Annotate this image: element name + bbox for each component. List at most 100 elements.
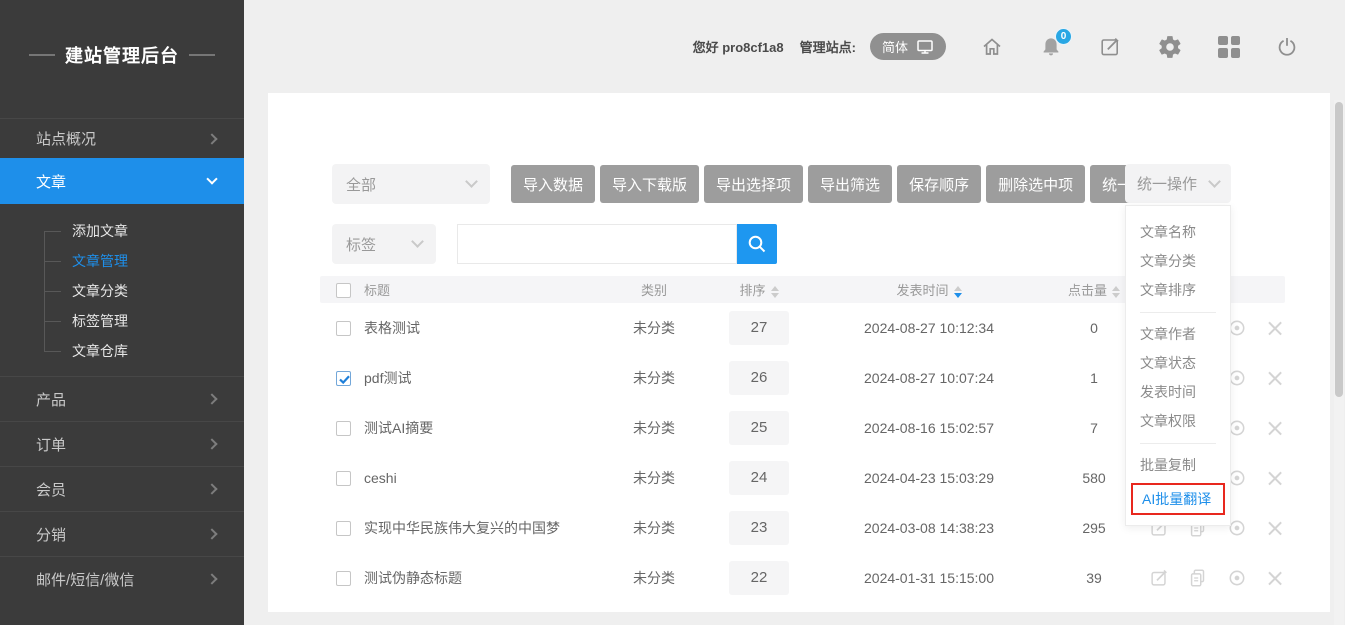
- sort-arrows-icon[interactable]: [954, 286, 962, 298]
- submenu-item-tag-manage[interactable]: 标签管理: [0, 306, 244, 336]
- menu-item-article-status[interactable]: 文章状态: [1126, 349, 1230, 378]
- tree-tick: [44, 351, 61, 352]
- menu-divider: [1140, 312, 1216, 313]
- row-clicks: 39: [1044, 570, 1144, 586]
- chevron-right-icon: [206, 483, 217, 494]
- sidebar-item-products[interactable]: 产品: [0, 376, 244, 421]
- submenu-item-add-article[interactable]: 添加文章: [0, 216, 244, 246]
- top-header: 您好 pro8cf1a8 管理站点: 简体 0: [244, 0, 1345, 93]
- sort-arrows-icon[interactable]: [771, 286, 779, 298]
- row-sort-value[interactable]: 26: [729, 361, 789, 395]
- row-sort-value[interactable]: 23: [729, 511, 789, 545]
- tag-filter-select[interactable]: 标签: [332, 224, 436, 264]
- submenu-item-article-library[interactable]: 文章仓库: [0, 336, 244, 366]
- sort-arrows-icon[interactable]: [1112, 286, 1120, 298]
- row-sort-value[interactable]: 25: [729, 411, 789, 445]
- menu-item-article-author[interactable]: 文章作者: [1126, 320, 1230, 349]
- bulk-action-select[interactable]: 统一操作: [1125, 164, 1231, 203]
- apps-grid-icon[interactable]: [1218, 36, 1240, 58]
- delete-icon[interactable]: ×: [1265, 468, 1285, 488]
- row-checkbox[interactable]: [336, 521, 351, 536]
- menu-item-article-sort[interactable]: 文章排序: [1126, 276, 1230, 305]
- scrollbar-track[interactable]: [1334, 100, 1344, 625]
- row-title[interactable]: 实现中华民族伟大复兴的中国梦: [364, 518, 604, 538]
- submenu-item-label: 文章仓库: [72, 343, 128, 359]
- row-checkbox[interactable]: [336, 421, 351, 436]
- sidebar: 建站管理后台 站点概况 文章 添加文章 文章管理 文章分类: [0, 0, 244, 625]
- submenu-item-label: 文章管理: [72, 253, 128, 269]
- sidebar-item-mail-sms-wechat[interactable]: 邮件/短信/微信: [0, 556, 244, 601]
- main-area: 全部 导入数据 导入下载版 导出选择项 导出筛选 保存顺序 删除选中项 统一设置…: [244, 93, 1345, 625]
- category-filter-select[interactable]: 全部: [332, 164, 490, 204]
- compose-icon[interactable]: [1098, 35, 1122, 59]
- menu-item-article-category[interactable]: 文章分类: [1126, 247, 1230, 276]
- export-filtered-button[interactable]: 导出筛选: [808, 165, 892, 203]
- delete-icon[interactable]: ×: [1265, 518, 1285, 538]
- row-sort-value[interactable]: 24: [729, 461, 789, 495]
- delete-icon[interactable]: ×: [1265, 318, 1285, 338]
- header-icons: 0: [980, 34, 1299, 60]
- delete-icon[interactable]: ×: [1265, 568, 1285, 588]
- row-checkbox[interactable]: [336, 471, 351, 486]
- power-icon[interactable]: [1275, 35, 1299, 59]
- row-title[interactable]: 测试伪静态标题: [364, 568, 604, 588]
- scrollbar-thumb[interactable]: [1335, 102, 1343, 397]
- greeting-text: 您好 pro8cf1a8: [693, 37, 784, 56]
- row-publish-time: 2024-01-31 15:15:00: [814, 570, 1044, 586]
- bell-icon[interactable]: 0: [1039, 35, 1063, 59]
- sidebar-item-label: 站点概况: [36, 128, 96, 149]
- col-publish-time[interactable]: 发表时间: [814, 280, 1044, 299]
- row-category: 未分类: [604, 418, 704, 438]
- submenu-item-label: 文章分类: [72, 283, 128, 299]
- menu-item-article-permission[interactable]: 文章权限: [1126, 407, 1230, 436]
- row-title[interactable]: 表格测试: [364, 318, 604, 338]
- delete-icon[interactable]: ×: [1265, 418, 1285, 438]
- row-checkbox[interactable]: [336, 371, 351, 386]
- sidebar-item-orders[interactable]: 订单: [0, 421, 244, 466]
- tree-tick: [44, 261, 61, 262]
- sidebar-item-label: 会员: [36, 479, 66, 500]
- row-checkbox[interactable]: [336, 571, 351, 586]
- sidebar-item-overview[interactable]: 站点概况: [0, 118, 244, 158]
- col-sort-label: 排序: [739, 283, 765, 298]
- row-title[interactable]: pdf测试: [364, 368, 604, 388]
- sidebar-item-distribution[interactable]: 分销: [0, 511, 244, 556]
- menu-item-publish-time[interactable]: 发表时间: [1126, 378, 1230, 407]
- delete-selected-button[interactable]: 删除选中项: [986, 165, 1085, 203]
- row-sort-value[interactable]: 27: [729, 311, 789, 345]
- row-category: 未分类: [604, 568, 704, 588]
- sidebar-item-articles[interactable]: 文章: [0, 158, 244, 204]
- app-title: 建站管理后台: [0, 0, 244, 110]
- copy-icon[interactable]: [1187, 567, 1209, 589]
- submenu-item-article-manage[interactable]: 文章管理: [0, 246, 244, 276]
- chevron-right-icon: [206, 573, 217, 584]
- row-publish-time: 2024-08-27 10:07:24: [814, 370, 1044, 386]
- col-title[interactable]: 标题: [364, 280, 604, 299]
- col-sort[interactable]: 排序: [704, 280, 814, 299]
- row-sort-value[interactable]: 22: [729, 561, 789, 595]
- content-panel: 全部 导入数据 导入下载版 导出选择项 导出筛选 保存顺序 删除选中项 统一设置…: [268, 93, 1330, 612]
- home-icon[interactable]: [980, 35, 1004, 59]
- export-selected-button[interactable]: 导出选择项: [704, 165, 803, 203]
- menu-item-article-name[interactable]: 文章名称: [1126, 218, 1230, 247]
- search-input[interactable]: [457, 224, 737, 264]
- import-data-button[interactable]: 导入数据: [511, 165, 595, 203]
- select-all-checkbox[interactable]: [336, 283, 351, 298]
- save-order-button[interactable]: 保存顺序: [897, 165, 981, 203]
- menu-item-batch-copy[interactable]: 批量复制: [1126, 451, 1230, 480]
- menu-item-ai-batch-translate[interactable]: AI批量翻译: [1131, 483, 1225, 515]
- search-button[interactable]: [737, 224, 777, 264]
- submenu-item-article-category[interactable]: 文章分类: [0, 276, 244, 306]
- row-checkbox[interactable]: [336, 321, 351, 336]
- row-title[interactable]: ceshi: [364, 470, 604, 486]
- edit-icon[interactable]: [1148, 567, 1170, 589]
- row-title[interactable]: 测试AI摘要: [364, 418, 604, 438]
- eye-icon[interactable]: [1226, 567, 1248, 589]
- sidebar-item-members[interactable]: 会员: [0, 466, 244, 511]
- gear-icon[interactable]: [1157, 34, 1183, 60]
- delete-icon[interactable]: ×: [1265, 368, 1285, 388]
- chevron-right-icon: [206, 438, 217, 449]
- import-download-button[interactable]: 导入下载版: [600, 165, 699, 203]
- language-pill[interactable]: 简体: [870, 33, 946, 60]
- sidebar-item-label: 分销: [36, 524, 66, 545]
